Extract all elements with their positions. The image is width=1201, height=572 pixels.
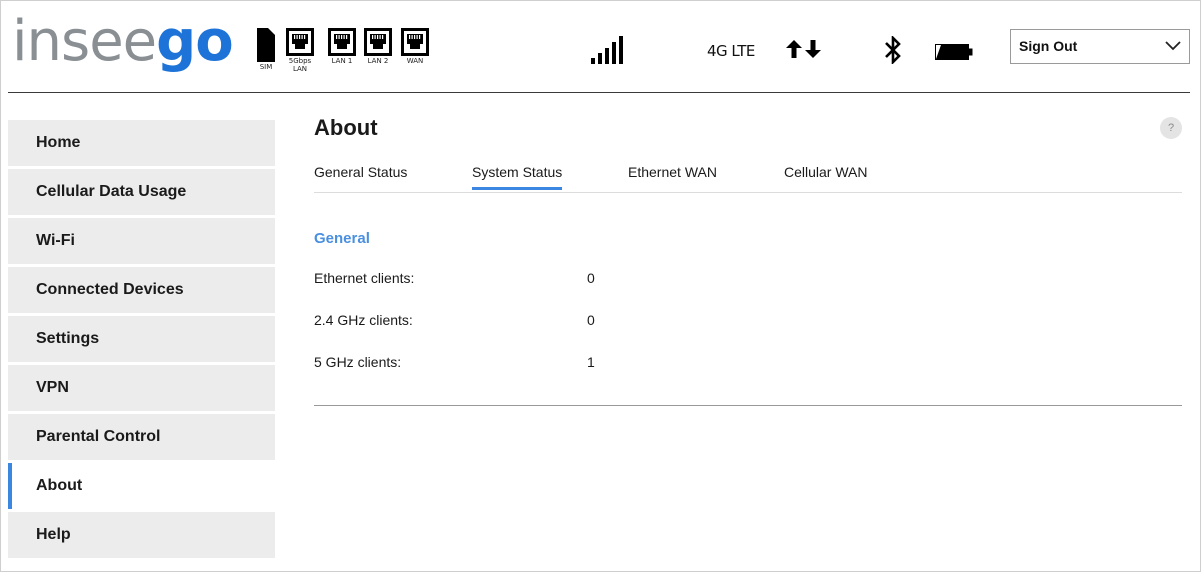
header-divider xyxy=(8,92,1190,93)
sidebar-item-vpn[interactable]: VPN xyxy=(8,365,275,411)
sidebar-item-label: Wi-Fi xyxy=(36,232,75,249)
section-divider xyxy=(314,405,1182,406)
signout-dropdown[interactable]: Sign Out xyxy=(1010,29,1190,64)
ethernet-port-icon xyxy=(286,28,314,56)
port-wan-label: WAN xyxy=(406,57,424,65)
tab-general-status[interactable]: General Status xyxy=(314,164,407,180)
ethernet-port-icon xyxy=(328,28,356,56)
signal-bars-icon xyxy=(591,36,623,64)
sim-label: SIM xyxy=(259,63,273,71)
status-row-5ghz-clients: 5 GHz clients: 1 xyxy=(314,354,914,374)
logo-light-text: insee xyxy=(12,9,157,74)
section-title-general: General xyxy=(314,230,370,247)
sidebar-item-about[interactable]: About xyxy=(8,463,275,509)
tab-ethernet-wan[interactable]: Ethernet WAN xyxy=(628,164,717,180)
tab-cellular-wan[interactable]: Cellular WAN xyxy=(784,164,868,180)
sidebar-item-help[interactable]: Help xyxy=(8,512,275,558)
battery-icon xyxy=(935,44,973,60)
bluetooth-icon xyxy=(885,36,901,64)
sim-status: SIM xyxy=(254,28,278,71)
sidebar-item-cellular-data-usage[interactable]: Cellular Data Usage xyxy=(8,169,275,215)
status-label: 5 GHz clients: xyxy=(314,354,402,370)
up-down-arrows-icon xyxy=(786,40,821,58)
sidebar-item-settings[interactable]: Settings xyxy=(8,316,275,362)
status-row-24ghz-clients: 2.4 GHz clients: 0 xyxy=(314,312,914,332)
port-5gbps-lan-label: 5Gbps LAN xyxy=(288,57,312,73)
ethernet-port-icon xyxy=(364,28,392,56)
logo-bold-text: go xyxy=(156,9,234,74)
sidebar-item-home[interactable]: Home xyxy=(8,120,275,166)
chevron-down-icon xyxy=(1165,41,1181,51)
sidebar-item-label: Settings xyxy=(36,330,100,347)
sidebar-item-label: Help xyxy=(36,526,71,543)
header: inseego SIM 5Gbps LAN LAN 1 LAN 2 WAN 4G… xyxy=(0,0,1201,92)
page-title: About xyxy=(314,115,378,140)
sidebar-item-label: Cellular Data Usage xyxy=(36,183,187,200)
port-lan1: LAN 1 xyxy=(327,28,357,65)
sidebar-item-label: VPN xyxy=(36,379,69,396)
signout-label: Sign Out xyxy=(1019,38,1078,54)
port-lan2: LAN 2 xyxy=(363,28,393,65)
status-value: 1 xyxy=(587,354,595,370)
sidebar-item-parental-control[interactable]: Parental Control xyxy=(8,414,275,460)
sidebar-nav: Home Cellular Data Usage Wi-Fi Connected… xyxy=(8,120,275,561)
status-value: 0 xyxy=(587,312,595,328)
status-label: 2.4 GHz clients: xyxy=(314,312,413,328)
status-value: 0 xyxy=(587,270,595,286)
tab-system-status[interactable]: System Status xyxy=(472,164,563,190)
sidebar-item-label: About xyxy=(36,477,83,494)
port-lan2-label: LAN 2 xyxy=(367,57,389,65)
port-5gbps-lan: 5Gbps LAN xyxy=(285,28,315,73)
status-row-ethernet-clients: Ethernet clients: 0 xyxy=(314,270,914,290)
network-type-label: 4G LTE xyxy=(707,42,755,60)
port-lan1-label: LAN 1 xyxy=(331,57,353,65)
sidebar-item-wifi[interactable]: Wi-Fi xyxy=(8,218,275,264)
ethernet-port-icon xyxy=(401,28,429,56)
port-wan: WAN xyxy=(400,28,430,65)
status-label: Ethernet clients: xyxy=(314,270,415,286)
sidebar-item-label: Home xyxy=(36,134,81,151)
sidebar-item-label: Parental Control xyxy=(36,428,161,445)
sim-card-icon xyxy=(257,28,275,62)
sidebar-item-connected-devices[interactable]: Connected Devices xyxy=(8,267,275,313)
inseego-logo: inseego xyxy=(12,9,234,74)
sidebar-item-label: Connected Devices xyxy=(36,281,184,298)
tab-bar: General Status System Status Ethernet WA… xyxy=(314,162,1182,193)
help-icon[interactable]: ? xyxy=(1160,117,1182,139)
